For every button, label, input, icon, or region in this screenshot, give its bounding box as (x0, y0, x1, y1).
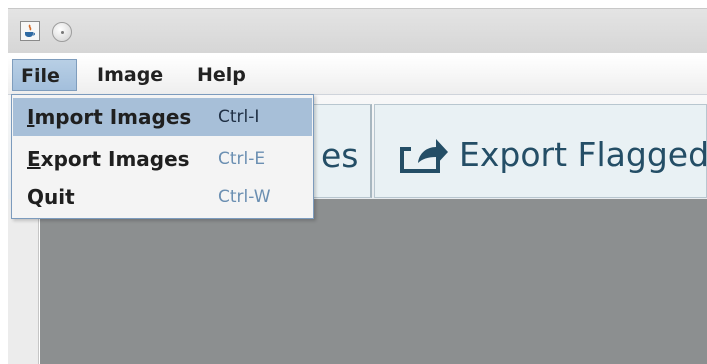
file-menu-dropdown: Import Images Ctrl-I Export Images Ctrl-… (11, 94, 314, 219)
quit-label: Quit (27, 185, 75, 209)
menu-bar: File Image Help (8, 56, 707, 95)
menu-item-quit[interactable]: Quit Ctrl-W (13, 178, 312, 216)
menu-item-export-images[interactable]: Export Images Ctrl-E (13, 140, 312, 178)
menu-item-import-images[interactable]: Import Images Ctrl-I (13, 98, 312, 136)
quit-shortcut: Ctrl-W (218, 187, 271, 207)
menu-file[interactable]: File (12, 59, 77, 91)
workspace (8, 199, 707, 364)
prev-button-label: es (321, 136, 359, 175)
import-images-shortcut: Ctrl-I (218, 107, 260, 127)
export-flagged-button[interactable]: Export Flagged (374, 104, 707, 198)
window-control-button[interactable] (52, 22, 72, 42)
java-coffee-cup-icon[interactable] (20, 21, 40, 41)
export-images-label: Export Images (27, 147, 190, 171)
share-arrow-icon (400, 139, 448, 173)
menu-help[interactable]: Help (189, 59, 254, 91)
export-flagged-label: Export Flagged (459, 135, 707, 174)
menu-image[interactable]: Image (89, 59, 171, 91)
import-images-label: Import Images (27, 105, 192, 129)
image-canvas[interactable] (40, 199, 707, 364)
left-gutter (8, 199, 39, 364)
export-images-shortcut: Ctrl-E (218, 149, 266, 169)
title-bar (8, 8, 707, 53)
